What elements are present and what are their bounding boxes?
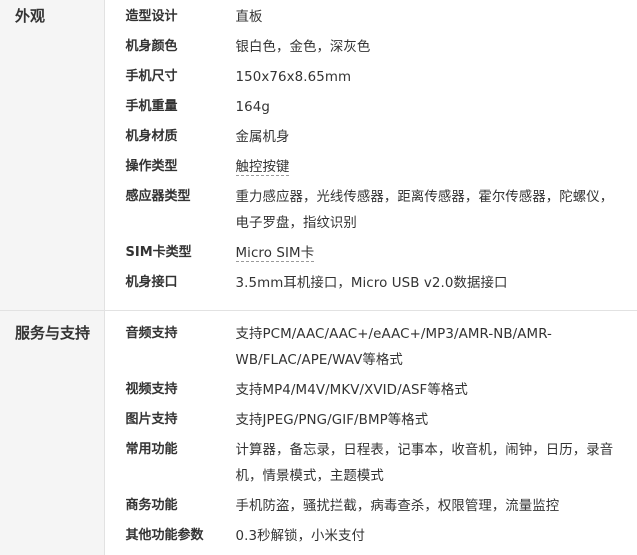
spec-value: 银白色，金色，深灰色 bbox=[236, 35, 637, 65]
spec-value: 重力感应器，光线传感器，距离传感器，霍尔传感器，陀螺仪，电子罗盘，指纹识别 bbox=[236, 185, 637, 241]
spec-value: 计算器，备忘录，日程表，记事本，收音机，闹钟，日历，录音机，情景模式，主题模式 bbox=[236, 438, 637, 494]
spec-key: SIM卡类型 bbox=[106, 241, 236, 271]
category-cell: 服务与支持 bbox=[0, 311, 104, 555]
sim-type-link[interactable]: Micro SIM卡 bbox=[236, 246, 315, 262]
spec-row: 造型设计 直板 bbox=[106, 5, 637, 35]
spec-key: 视频支持 bbox=[106, 378, 236, 408]
spec-table: 外观 造型设计 直板 机身颜色 银白色，金色，深灰色 手机尺寸 150x76x8… bbox=[0, 0, 637, 555]
spec-key: 机身接口 bbox=[106, 271, 236, 301]
operation-type-link[interactable]: 触控按键 bbox=[236, 160, 290, 176]
spec-value: 直板 bbox=[236, 5, 637, 35]
spec-row: 视频支持 支持MP4/M4V/MKV/XVID/ASF等格式 bbox=[106, 378, 637, 408]
spec-row: 音频支持 支持PCM/AAC/AAC+/eAAC+/MP3/AMR-NB/AMR… bbox=[106, 322, 637, 378]
spec-value: 150x76x8.65mm bbox=[236, 65, 637, 95]
category-label: 服务与支持 bbox=[1, 312, 103, 343]
spec-row: 图片支持 支持JPEG/PNG/GIF/BMP等格式 bbox=[106, 408, 637, 438]
spec-row: 商务功能 手机防盗，骚扰拦截，病毒查杀，权限管理，流量监控 bbox=[106, 494, 637, 524]
spec-key: 操作类型 bbox=[106, 155, 236, 185]
spec-key: 手机重量 bbox=[106, 95, 236, 125]
spec-row: 常用功能 计算器，备忘录，日程表，记事本，收音机，闹钟，日历，录音机，情景模式，… bbox=[106, 438, 637, 494]
spec-value: 164g bbox=[236, 95, 637, 125]
spec-value: 金属机身 bbox=[236, 125, 637, 155]
spec-row: 手机重量 164g bbox=[106, 95, 637, 125]
spec-row: 机身接口 3.5mm耳机接口，Micro USB v2.0数据接口 bbox=[106, 271, 637, 301]
spec-value: 3.5mm耳机接口，Micro USB v2.0数据接口 bbox=[236, 271, 637, 301]
spec-key: 手机尺寸 bbox=[106, 65, 236, 95]
spec-key: 图片支持 bbox=[106, 408, 236, 438]
spec-key: 常用功能 bbox=[106, 438, 236, 494]
spec-row: 感应器类型 重力感应器，光线传感器，距离传感器，霍尔传感器，陀螺仪，电子罗盘，指… bbox=[106, 185, 637, 241]
spec-value: 手机防盗，骚扰拦截，病毒查杀，权限管理，流量监控 bbox=[236, 494, 637, 524]
spec-row: 操作类型 触控按键 bbox=[106, 155, 637, 185]
spec-row: 机身颜色 银白色，金色，深灰色 bbox=[106, 35, 637, 65]
spec-row: 其他功能参数 0.3秒解锁，小米支付 bbox=[106, 524, 637, 554]
spec-value: 支持PCM/AAC/AAC+/eAAC+/MP3/AMR-NB/AMR-WB/F… bbox=[236, 322, 637, 378]
category-label: 外观 bbox=[1, 1, 103, 26]
spec-row: 机身材质 金属机身 bbox=[106, 125, 637, 155]
spec-value: 0.3秒解锁，小米支付 bbox=[236, 524, 637, 554]
spec-key: 机身材质 bbox=[106, 125, 236, 155]
section-appearance: 外观 造型设计 直板 机身颜色 银白色，金色，深灰色 手机尺寸 150x76x8… bbox=[0, 0, 637, 311]
spec-value: 触控按键 bbox=[236, 155, 637, 185]
category-cell: 外观 bbox=[0, 0, 104, 311]
spec-row: 手机尺寸 150x76x8.65mm bbox=[106, 65, 637, 95]
spec-key: 机身颜色 bbox=[106, 35, 236, 65]
spec-key: 造型设计 bbox=[106, 5, 236, 35]
rows-container: 音频支持 支持PCM/AAC/AAC+/eAAC+/MP3/AMR-NB/AMR… bbox=[104, 311, 637, 555]
rows-container: 造型设计 直板 机身颜色 银白色，金色，深灰色 手机尺寸 150x76x8.65… bbox=[104, 0, 637, 311]
spec-key: 商务功能 bbox=[106, 494, 236, 524]
spec-key: 感应器类型 bbox=[106, 185, 236, 241]
spec-key: 音频支持 bbox=[106, 322, 236, 378]
spec-value: Micro SIM卡 bbox=[236, 241, 637, 271]
section-service: 服务与支持 音频支持 支持PCM/AAC/AAC+/eAAC+/MP3/AMR-… bbox=[0, 311, 637, 555]
spec-key: 其他功能参数 bbox=[106, 524, 236, 554]
spec-row: SIM卡类型 Micro SIM卡 bbox=[106, 241, 637, 271]
spec-value: 支持JPEG/PNG/GIF/BMP等格式 bbox=[236, 408, 637, 438]
spec-value: 支持MP4/M4V/MKV/XVID/ASF等格式 bbox=[236, 378, 637, 408]
